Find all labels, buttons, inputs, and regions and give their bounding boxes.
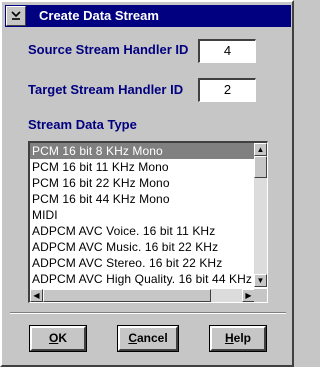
title-bar[interactable]: Create Data Stream: [5, 5, 291, 27]
list-item[interactable]: ADPCM AVC Voice. 16 bit 11 KHz: [30, 223, 255, 239]
list-item[interactable]: ADPCM AVC High Quality. 16 bit 44 KHz: [30, 271, 255, 287]
help-button[interactable]: Help: [209, 325, 267, 352]
ok-button[interactable]: OK: [29, 325, 87, 352]
list-item-selected[interactable]: PCM 16 bit 8 KHz Mono: [30, 143, 255, 159]
cancel-button[interactable]: Cancel: [117, 325, 179, 352]
list-item[interactable]: ADPCM AVC Music. 16 bit 22 KHz: [30, 239, 255, 255]
system-menu-button[interactable]: [6, 6, 26, 26]
scroll-up-button[interactable]: ▲: [254, 143, 267, 156]
list-item[interactable]: PCM 16 bit 11 KHz Mono: [30, 159, 255, 175]
window-title: Create Data Stream: [39, 8, 159, 23]
source-handler-label: Source Stream Handler ID: [28, 42, 189, 57]
scroll-left-button[interactable]: ◀: [30, 289, 43, 302]
source-handler-field[interactable]: 4: [198, 39, 256, 63]
stream-data-type-label: Stream Data Type: [28, 117, 137, 132]
vertical-scrollbar[interactable]: ▲ ▼: [254, 143, 267, 287]
list-item[interactable]: PCM 16 bit 22 KHz Mono: [30, 175, 255, 191]
horizontal-scroll-thumb[interactable]: [43, 289, 211, 302]
stream-data-type-list[interactable]: PCM 16 bit 8 KHz Mono PCM 16 bit 11 KHz …: [28, 141, 268, 303]
scrollbar-corner: [254, 289, 267, 302]
divider: [10, 312, 286, 314]
target-handler-field[interactable]: 2: [198, 78, 256, 102]
vertical-scroll-thumb[interactable]: [254, 156, 267, 178]
target-handler-label: Target Stream Handler ID: [28, 82, 184, 97]
arrow-right-icon: ▶: [245, 291, 252, 300]
create-data-stream-dialog: Create Data Stream Source Stream Handler…: [0, 0, 294, 367]
list-item[interactable]: MIDI: [30, 207, 255, 223]
arrow-left-icon: ◀: [33, 291, 40, 300]
scroll-down-button[interactable]: ▼: [254, 274, 267, 287]
list-item[interactable]: PCM 16 bit 44 KHz Mono: [30, 191, 255, 207]
stream-data-type-items: PCM 16 bit 8 KHz Mono PCM 16 bit 11 KHz …: [30, 143, 255, 287]
arrow-up-icon: ▲: [256, 145, 265, 154]
list-item[interactable]: ADPCM AVC Stereo. 16 bit 22 KHz: [30, 255, 255, 271]
arrow-down-icon: ▼: [256, 276, 265, 285]
horizontal-scrollbar[interactable]: ◀ ▶: [30, 289, 255, 302]
